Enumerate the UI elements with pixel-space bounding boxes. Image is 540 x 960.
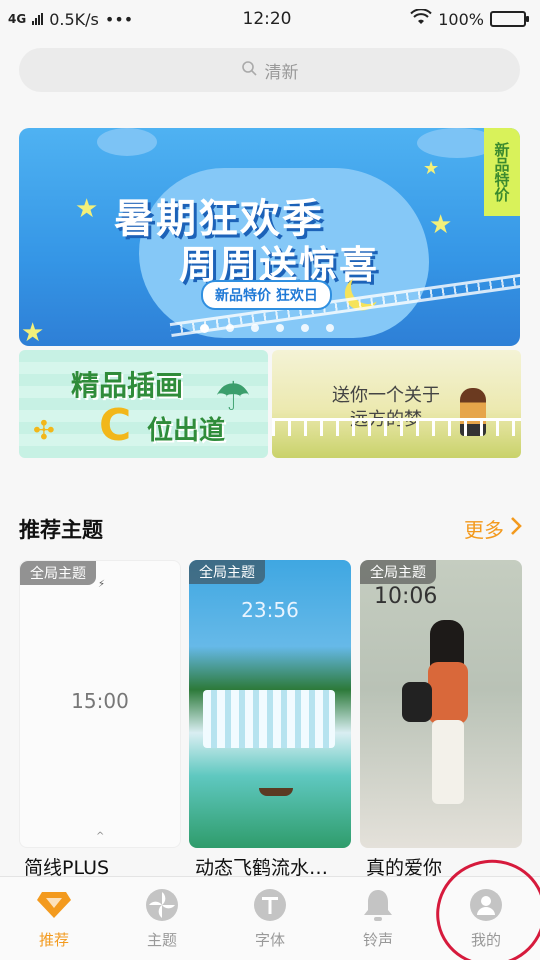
- battery-icon: [490, 11, 529, 27]
- theme-card[interactable]: 全局主题 10:06: [360, 560, 522, 848]
- fence-illustration: [272, 418, 521, 436]
- person-illustration: [402, 620, 474, 820]
- search-bar[interactable]: 清新: [19, 48, 520, 92]
- waterfall-illustration: [203, 690, 335, 748]
- promo-tile-illustration[interactable]: ✣ ☂ 精品插画 C 位出道: [19, 350, 268, 458]
- theme-tag: 全局主题: [360, 560, 436, 584]
- promo-title: 精品插画: [71, 369, 184, 402]
- nav-label: 推荐: [38, 931, 69, 949]
- promo-banner[interactable]: ★ ★ ★ ★ 暑期狂欢季 周周送惊喜 新品特价 狂欢日 新品特价: [19, 128, 520, 346]
- search-placeholder: 清新: [264, 62, 299, 83]
- font-t-icon: [252, 887, 288, 923]
- banner-ribbon: 新品特价: [484, 128, 520, 216]
- chevron-right-icon: [510, 516, 522, 541]
- theme-card[interactable]: 全局主题 ⚡ 15:00 ^: [19, 560, 181, 848]
- cloud-icon: [97, 128, 157, 156]
- nav-label: 铃声: [362, 931, 393, 949]
- promo-c-letter: C: [99, 400, 132, 451]
- nav-item-recommend[interactable]: 推荐: [0, 877, 108, 960]
- nav-label: 字体: [254, 931, 285, 949]
- pagination-dot[interactable]: [326, 324, 334, 332]
- promo-line-1: 送你一个关于: [332, 385, 440, 406]
- star-icon: ★: [21, 318, 45, 346]
- theme-preview-clock: 15:00: [71, 689, 129, 713]
- wifi-icon: [410, 8, 432, 29]
- section-title: 推荐主题: [19, 518, 103, 542]
- theme-tag: 全局主题: [189, 560, 265, 584]
- pagination-dot[interactable]: [301, 324, 309, 332]
- theme-tag: 全局主题: [20, 561, 96, 585]
- more-link[interactable]: 更多: [464, 514, 522, 543]
- star-icon: ★: [429, 210, 453, 240]
- more-label: 更多: [464, 518, 504, 542]
- star-icon: ★: [423, 158, 440, 179]
- nav-label: 主题: [146, 931, 177, 949]
- nav-item-ringtones[interactable]: 铃声: [324, 877, 432, 960]
- search-icon: [241, 60, 257, 81]
- net-speed: 0.5K/s: [49, 9, 99, 29]
- clock: 12:20: [242, 9, 292, 29]
- network-type: 4G: [8, 12, 27, 26]
- pinwheel-icon: [144, 887, 180, 923]
- status-bar: 4G 0.5K/s ••• 12:20 100%: [0, 0, 540, 38]
- star-icon: ★: [75, 194, 99, 224]
- nav-item-themes[interactable]: 主题: [108, 877, 216, 960]
- pagination-dot[interactable]: [251, 324, 259, 332]
- diamond-icon: [36, 887, 72, 923]
- battery-percent: 100%: [438, 9, 484, 29]
- charge-icon: ⚡: [98, 579, 106, 590]
- pagination-dot[interactable]: [226, 324, 234, 332]
- banner-pagination: [200, 324, 334, 333]
- theme-preview-clock: 10:06: [374, 584, 438, 609]
- theme-preview-clock: 23:56: [241, 598, 299, 622]
- more-dots: •••: [104, 9, 134, 29]
- nav-item-fonts[interactable]: 字体: [216, 877, 324, 960]
- boat-illustration: [259, 788, 293, 796]
- pagination-dot[interactable]: [276, 324, 284, 332]
- chevron-up-icon: ^: [96, 831, 105, 842]
- bell-icon: [360, 887, 396, 923]
- promo-tile-dream[interactable]: 送你一个关于 远方的梦: [272, 350, 521, 458]
- signal-icon: [32, 13, 44, 25]
- promo-subtitle: 位出道: [147, 416, 226, 446]
- theme-card[interactable]: 全局主题 23:56: [189, 560, 351, 848]
- pagination-dot[interactable]: [200, 324, 209, 333]
- pinwheel-icon: ✣: [33, 416, 55, 446]
- banner-pill: 新品特价 狂欢日: [201, 280, 332, 310]
